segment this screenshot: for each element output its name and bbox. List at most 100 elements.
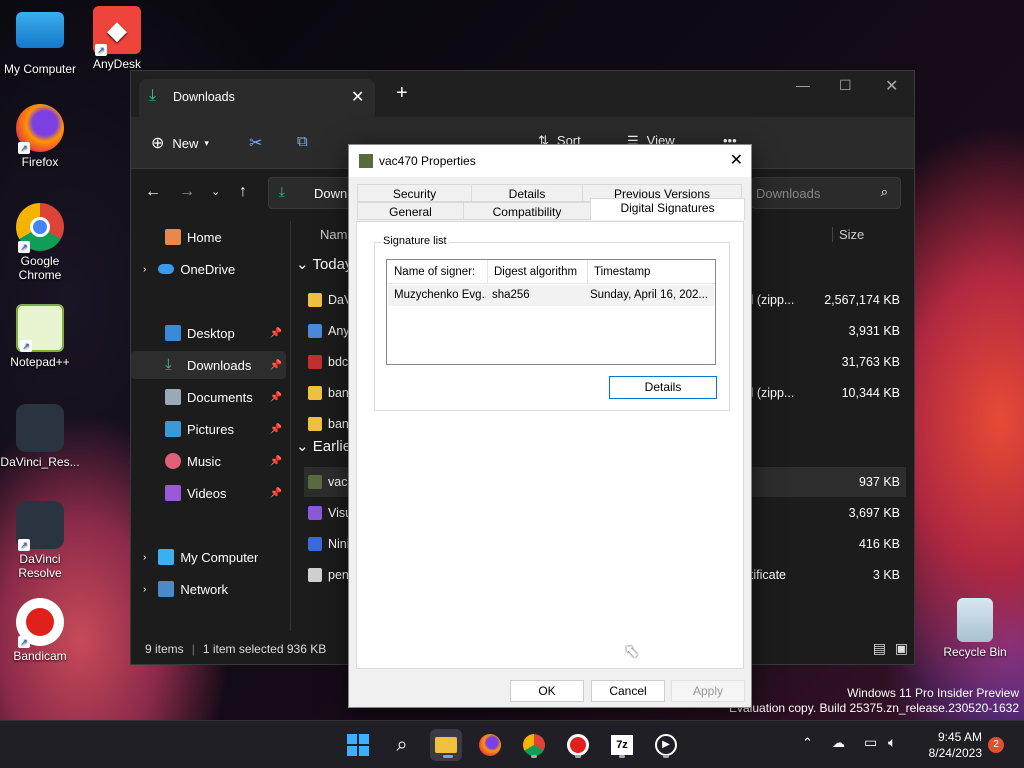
davinci-icon: ↗ (16, 501, 64, 551)
cloud-offline-icon[interactable]: ☁ (832, 735, 845, 751)
running-indicator (619, 755, 625, 758)
firefox-icon: ↗ (16, 104, 64, 154)
nav-item-videos[interactable]: Videos 📌 (131, 479, 286, 507)
search-icon[interactable]: ⌕ (386, 729, 418, 761)
nav-item-my-computer[interactable]: › My Computer (131, 543, 286, 571)
desktop-icon-notepadpp[interactable]: ↗ Notepad++ (0, 304, 80, 369)
column-header[interactable]: Name of signer: (387, 260, 488, 283)
column-header-size[interactable]: Size (832, 227, 864, 242)
maximize-button[interactable]: ☐ (839, 77, 852, 94)
clock[interactable]: 9:45 AM 8/24/2023 (912, 729, 982, 761)
tiles-view-icon[interactable]: ▣ (895, 640, 908, 657)
up-arrow-icon[interactable]: ↑ (239, 183, 247, 201)
dialog-title: vac470 Properties (379, 154, 476, 168)
taskbar-7zip[interactable]: 7z (606, 729, 638, 761)
file-size: 3,697 KB (848, 506, 900, 520)
chevron-down-icon: ▾ (204, 137, 209, 148)
nav-item-desktop[interactable]: Desktop 📌 (131, 319, 286, 347)
close-tab-icon[interactable]: ✕ (351, 87, 364, 107)
file-size: 10,344 KB (841, 386, 900, 400)
desktop-icon-anydesk[interactable]: ◆ ↗ AnyDesk (77, 6, 157, 71)
file-type-icon (308, 324, 322, 338)
nav-item-music[interactable]: Music 📌 (131, 447, 286, 475)
file-type-icon (308, 506, 322, 520)
nav-item-network[interactable]: › Network (131, 575, 286, 603)
new-tab-button[interactable]: + (396, 82, 408, 105)
group-header-today[interactable]: ⌄ Today (296, 255, 353, 273)
group-label: Signature list (381, 235, 449, 247)
download-arrow-icon: ⤓ (149, 87, 157, 104)
nav-item-onedrive[interactable]: › OneDrive (131, 255, 286, 283)
music-icon (165, 453, 181, 469)
desktop-icon-davinci-res[interactable]: DaVinci_Res... (0, 404, 80, 469)
file-type-icon (308, 355, 322, 369)
taskbar-media-player[interactable]: ▶ (650, 729, 682, 761)
details-button[interactable]: Details (609, 376, 717, 399)
desktop-icon-recycle-bin[interactable]: Recycle Bin (935, 598, 1015, 659)
new-button[interactable]: ⊕ New ▾ (151, 133, 209, 153)
taskbar-file-explorer[interactable] (430, 729, 462, 761)
tab-details[interactable]: Details (471, 184, 583, 202)
explorer-tab-bar: ⤓ Downloads ✕ + — ☐ ✕ (131, 71, 914, 117)
folder-icon (435, 737, 457, 753)
back-arrow-icon[interactable]: ← (145, 183, 161, 201)
copy-icon[interactable]: ⧉ (297, 133, 308, 150)
volume-icon[interactable]: 🔈︎ (888, 734, 896, 751)
nav-item-home[interactable]: Home (131, 223, 286, 251)
column-header[interactable]: Digest algorithm (488, 260, 588, 283)
address-field[interactable]: ⤓ Downl (268, 177, 358, 209)
desktop-icon-firefox[interactable]: ↗ Firefox (0, 104, 80, 169)
tab-digital-signatures[interactable]: Digital Signatures (590, 198, 745, 220)
signature-list[interactable]: Name of signer: Digest algorithm Timesta… (386, 259, 716, 365)
windows-logo-icon (347, 734, 369, 756)
tab-security[interactable]: Security (357, 184, 472, 202)
tab-compatibility[interactable]: Compatibility (463, 202, 591, 220)
running-indicator (575, 755, 581, 758)
nav-item-documents[interactable]: Documents 📌 (131, 383, 286, 411)
search-field[interactable]: Downloads ⌕ (751, 177, 901, 209)
recent-chevron-icon[interactable]: ⌄ (211, 185, 220, 198)
notepadpp-icon: ↗ (16, 304, 64, 352)
desktop-icon-bandicam[interactable]: ↗ Bandicam (0, 598, 80, 663)
taskbar: ⌕ 7z ▶ ⌃ ☁ ▭ 🔈︎ 9:45 AM 8/24/2023 2 (0, 720, 1024, 768)
ok-button[interactable]: OK (510, 680, 584, 702)
list-item[interactable]: Muzychenko Evg... sha256 Sunday, April 1… (388, 285, 714, 306)
nav-item-pictures[interactable]: Pictures 📌 (131, 415, 286, 443)
group-header-earlier[interactable]: ⌄ Earlie (296, 437, 351, 455)
nav-item-downloads[interactable]: ⤓ Downloads 📌 (131, 351, 286, 379)
running-indicator (531, 755, 537, 758)
close-icon[interactable]: ✕ (730, 150, 743, 170)
file-size: 2,567,174 KB (824, 293, 900, 307)
start-button[interactable] (342, 729, 374, 761)
network-icon[interactable]: ▭ (864, 734, 877, 751)
notification-badge[interactable]: 2 (988, 737, 1004, 753)
desktop-icon-label: My Computer (3, 62, 77, 76)
desktop-icon-my-computer[interactable]: My Computer (0, 8, 80, 76)
desktop-icon-davinci-resolve[interactable]: ↗ DaVinci Resolve (0, 501, 80, 580)
minimize-button[interactable]: — (796, 77, 810, 93)
desktop-icon-google-chrome[interactable]: ↗ Google Chrome (0, 203, 80, 282)
cancel-button[interactable]: Cancel (591, 680, 665, 702)
taskbar-chrome[interactable] (518, 729, 550, 761)
show-hidden-icons-chevron-icon[interactable]: ⌃ (802, 735, 813, 751)
desktop-icon-label: Recycle Bin (943, 645, 1007, 659)
status-item-count: 9 items (145, 642, 184, 656)
7zip-icon: 7z (611, 735, 633, 755)
taskbar-firefox[interactable] (474, 729, 506, 761)
expand-chevron-icon: › (143, 263, 147, 275)
column-header[interactable]: Timestamp (588, 260, 656, 283)
details-view-icon[interactable]: ▤ (873, 640, 886, 657)
taskbar-bandicam[interactable] (562, 729, 594, 761)
status-selected: 1 item selected 936 KB (202, 642, 327, 656)
app-icon (359, 154, 373, 168)
tab-downloads[interactable]: ⤓ Downloads ✕ (139, 79, 375, 117)
firefox-icon (479, 734, 501, 756)
tab-general[interactable]: General (357, 202, 464, 220)
clock-date: 8/24/2023 (928, 746, 982, 760)
cut-icon[interactable]: ✂ (249, 133, 262, 153)
plus-circle-icon: ⊕ (151, 135, 165, 152)
group-label: Today (312, 256, 353, 273)
apply-button[interactable]: Apply (671, 680, 745, 702)
close-window-button[interactable]: ✕ (885, 76, 898, 96)
forward-arrow-icon[interactable]: → (179, 183, 195, 201)
